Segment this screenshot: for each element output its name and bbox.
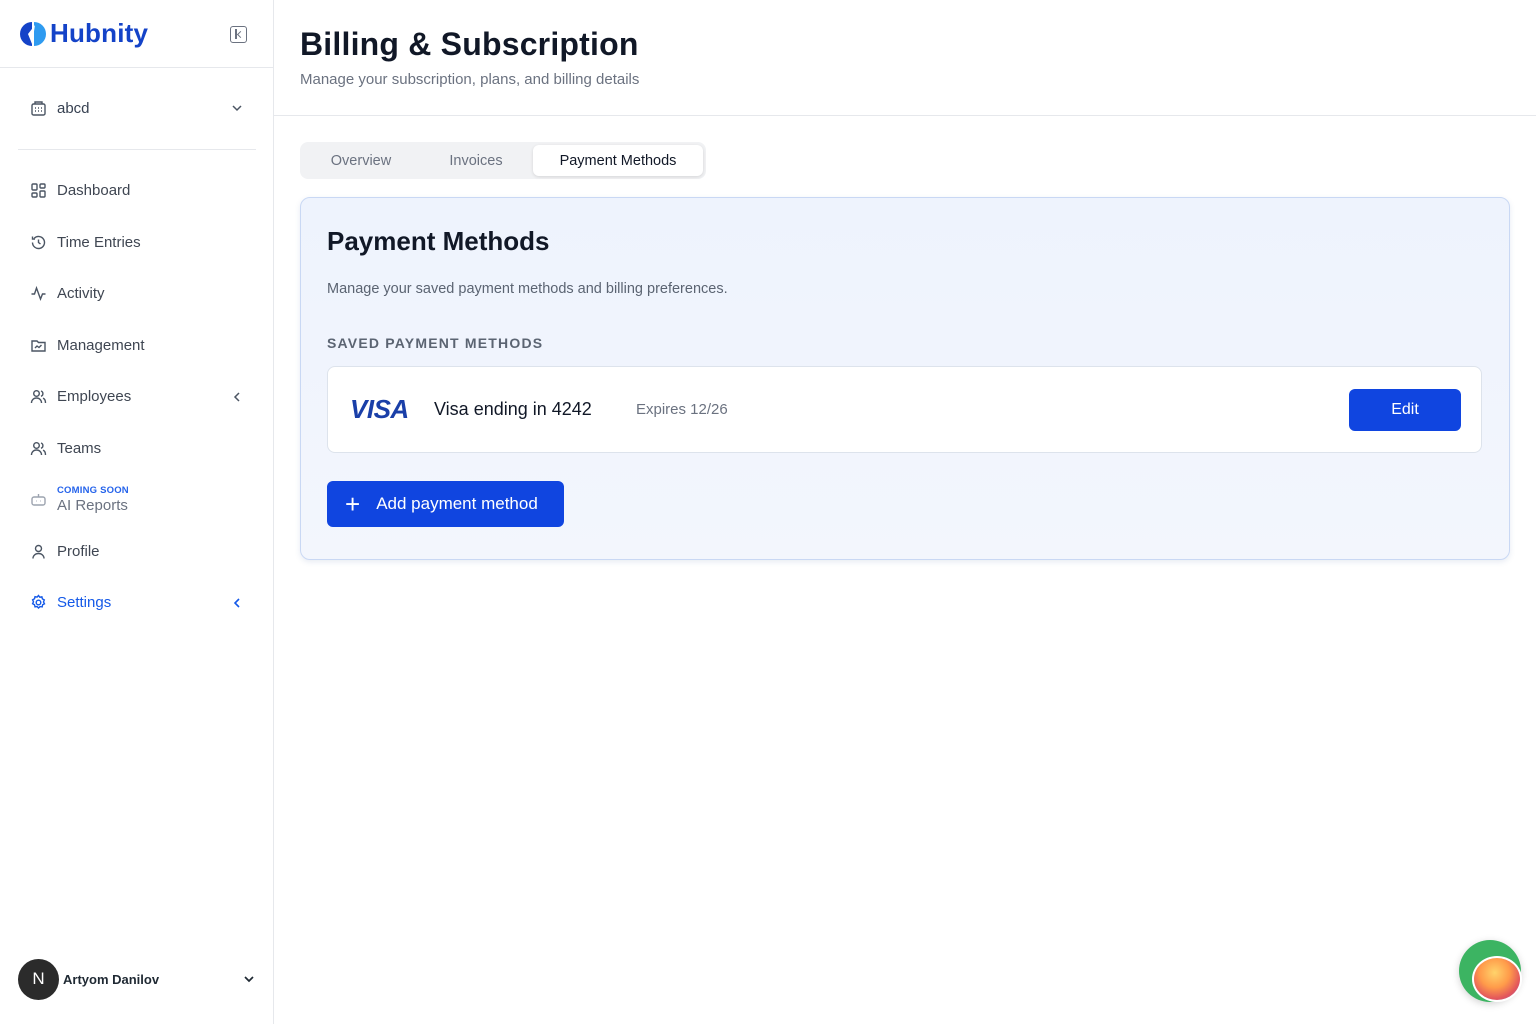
add-payment-method-button[interactable]: + Add payment method — [327, 481, 564, 527]
main-content: Billing & Subscription Manage your subsc… — [274, 0, 1536, 1024]
history-icon — [30, 234, 47, 251]
sidebar-item-label: Activity — [57, 285, 105, 303]
gear-icon — [30, 594, 47, 611]
billing-tabs: Overview Invoices Payment Methods — [300, 142, 706, 179]
workspace-name: abcd — [57, 99, 90, 117]
users-icon — [30, 388, 47, 405]
page-subtitle: Manage your subscription, plans, and bil… — [300, 71, 640, 88]
card-title: Payment Methods — [327, 226, 550, 256]
sidebar-item-management[interactable]: Management — [18, 320, 256, 372]
payment-methods-card: Payment Methods Manage your saved paymen… — [300, 197, 1510, 560]
sidebar-item-label: Management — [57, 336, 145, 354]
sidebar-item-settings[interactable]: Settings — [18, 577, 256, 629]
tab-payment-methods[interactable]: Payment Methods — [533, 145, 703, 176]
sidebar-collapse-icon[interactable] — [230, 26, 247, 43]
sidebar-item-label: Employees — [57, 388, 132, 406]
chevron-left-icon — [233, 392, 240, 402]
user-menu[interactable]: N Artyom Danilov — [18, 958, 256, 1000]
add-payment-method-label: Add payment method — [376, 494, 538, 513]
divider — [18, 149, 256, 150]
tab-overview[interactable]: Overview — [303, 145, 419, 176]
sidebar-item-label: Settings — [57, 594, 112, 612]
coming-soon-badge: COMING SOON — [57, 485, 129, 497]
plus-icon: + — [345, 489, 361, 519]
bot-icon — [30, 491, 47, 508]
activity-icon — [30, 285, 47, 302]
edit-button[interactable]: Edit — [1349, 388, 1461, 431]
chevron-down-icon — [232, 105, 242, 112]
folder-icon — [30, 337, 47, 354]
sidebar-item-employees[interactable]: Employees — [18, 371, 256, 423]
building-icon — [30, 100, 47, 117]
card-expiry: Expires 12/26 — [636, 401, 728, 418]
users-icon — [30, 440, 47, 457]
sidebar-item-profile[interactable]: Profile — [18, 526, 256, 578]
sidebar-item-teams[interactable]: Teams — [18, 423, 256, 475]
visa-logo: VISA — [350, 394, 409, 424]
dashboard-icon — [30, 182, 47, 199]
tab-invoices[interactable]: Invoices — [419, 145, 533, 176]
sidebar-nav: Dashboard Time Entries Activity Manageme… — [18, 165, 256, 629]
user-name: Artyom Danilov — [63, 971, 160, 987]
card-name: Visa ending in 4242 — [434, 399, 592, 419]
sidebar-item-label: Dashboard — [57, 182, 131, 200]
page-header: Billing & Subscription Manage your subsc… — [274, 0, 1536, 116]
ai-reports-stack: COMING SOON AI Reports — [57, 485, 244, 514]
chevron-down-icon — [244, 976, 254, 983]
app-name: Hubnity — [50, 18, 149, 48]
sidebar-item-time-entries[interactable]: Time Entries — [18, 217, 256, 269]
sidebar: Hubnity abcd Dashboard Time Entries Acti… — [0, 0, 274, 1024]
sidebar-item-dashboard[interactable]: Dashboard — [18, 165, 256, 217]
hubnity-logo-icon — [20, 21, 46, 46]
section-label: SAVED PAYMENT METHODS — [327, 335, 544, 351]
card-description: Manage your saved payment methods and bi… — [327, 281, 728, 297]
sidebar-item-ai-reports[interactable]: COMING SOON AI Reports — [18, 474, 256, 526]
avatar: N — [18, 958, 59, 1000]
sidebar-item-label: Time Entries — [57, 233, 141, 251]
logo[interactable]: Hubnity — [18, 18, 148, 49]
sidebar-item-activity[interactable]: Activity — [18, 268, 256, 320]
chevron-left-icon — [233, 598, 240, 608]
sidebar-item-label: AI Reports — [57, 497, 128, 515]
sidebar-item-label: Teams — [57, 439, 102, 457]
workspace-selector[interactable]: abcd — [18, 86, 256, 130]
payment-method-row: VISA Visa ending in 4242 Expires 12/26 E… — [327, 366, 1482, 453]
chat-widget-avatar-icon[interactable] — [1472, 956, 1522, 1002]
page-title: Billing & Subscription — [300, 26, 639, 62]
sidebar-item-label: Profile — [57, 542, 100, 560]
user-icon — [30, 543, 47, 560]
